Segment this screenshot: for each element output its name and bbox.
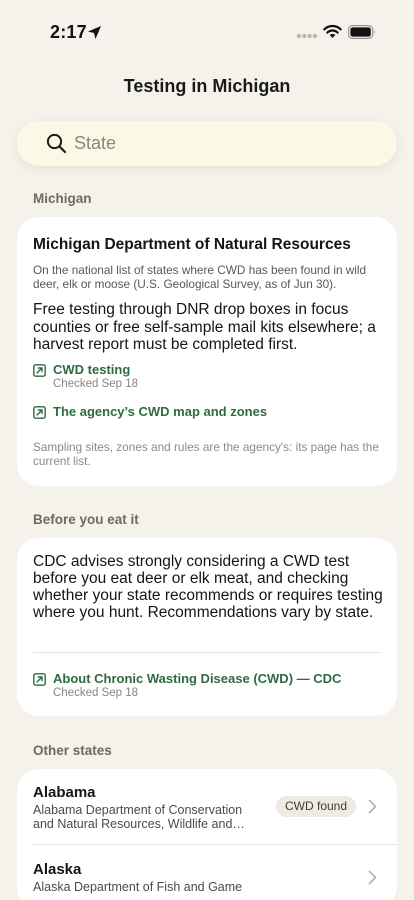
divider bbox=[33, 652, 381, 653]
search-input[interactable] bbox=[74, 129, 384, 158]
cwd-map-link[interactable]: The agency’s CWD map and zones bbox=[33, 404, 293, 422]
section-label-other-states: Other states bbox=[33, 743, 112, 758]
external-link-icon bbox=[33, 364, 46, 377]
before-you-eat-card: CDC advises strongly considering a CWD t… bbox=[17, 538, 397, 716]
status-bar: 2:17 bbox=[0, 0, 414, 56]
michigan-card: Michigan Department of Natural Resources… bbox=[17, 217, 397, 486]
state-agency: Alaska Department of Fish and Game bbox=[33, 880, 243, 894]
status-time: 2:17 bbox=[50, 22, 87, 42]
wifi-icon bbox=[323, 24, 342, 38]
state-row-alaska[interactable]: Alaska Alaska Department of Fish and Gam… bbox=[17, 845, 397, 900]
section-label-michigan: Michigan bbox=[33, 191, 92, 206]
link-label: CWD testing bbox=[53, 362, 131, 377]
footnote: Sampling sites, zones and rules are the … bbox=[33, 440, 379, 468]
chevron-right-icon bbox=[368, 870, 377, 885]
location-arrow-icon bbox=[88, 26, 101, 39]
cwd-found-badge: CWD found bbox=[276, 796, 357, 817]
link-label: The agency’s CWD map and zones bbox=[53, 404, 268, 419]
state-agency: Alabama Department of Conservation and N… bbox=[33, 803, 245, 831]
page-title: Testing in Michigan bbox=[123, 76, 291, 96]
cwd-testing-link[interactable]: CWD testing Checked Sep 18 bbox=[33, 362, 233, 394]
state-name: Alaska bbox=[33, 861, 82, 878]
cdc-cwd-link[interactable]: About Chronic Wasting Disease (CWD) — CD… bbox=[33, 671, 363, 703]
external-link-icon bbox=[33, 406, 46, 419]
state-name: Alabama bbox=[33, 784, 96, 801]
section-label-before-you-eat: Before you eat it bbox=[33, 512, 139, 527]
external-link-icon bbox=[33, 673, 46, 686]
testing-info: Free testing through DNR drop boxes in f… bbox=[33, 301, 376, 353]
search-bar[interactable] bbox=[17, 121, 397, 166]
battery-icon bbox=[348, 25, 375, 39]
signal-dots-icon bbox=[296, 33, 318, 39]
other-states-list: Alabama Alabama Department of Conservati… bbox=[17, 769, 397, 900]
link-label: About Chronic Wasting Disease (CWD) — CD… bbox=[53, 671, 342, 686]
link-checked-date: Checked Sep 18 bbox=[53, 687, 139, 699]
state-row-alabama[interactable]: Alabama Alabama Department of Conservati… bbox=[17, 769, 397, 845]
link-checked-date: Checked Sep 18 bbox=[53, 378, 139, 390]
agency-note: On the national list of states where CWD… bbox=[33, 263, 367, 291]
agency-name: Michigan Department of Natural Resources bbox=[33, 236, 351, 253]
chevron-right-icon bbox=[368, 799, 377, 814]
cdc-advice-text: CDC advises strongly considering a CWD t… bbox=[33, 553, 383, 621]
search-icon bbox=[46, 133, 67, 154]
